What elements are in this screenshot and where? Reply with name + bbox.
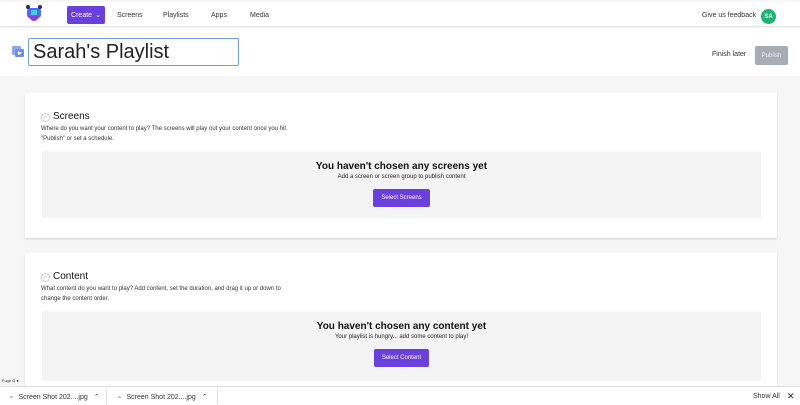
- download-item[interactable]: ▫ Screen Shot 202....jpg ⌃: [10, 393, 100, 402]
- create-button[interactable]: Create ⌄: [67, 6, 105, 24]
- nav-screens[interactable]: Screens: [117, 12, 143, 19]
- content-title: Content: [53, 271, 89, 282]
- nav-apps[interactable]: Apps: [211, 12, 227, 19]
- avatar[interactable]: SA: [761, 9, 776, 24]
- publish-button[interactable]: Publish: [755, 46, 788, 65]
- chevron-up-icon[interactable]: ⌃: [94, 393, 100, 401]
- file-icon: ▫: [10, 393, 13, 401]
- downloads-bar: ▫ Screen Shot 202....jpg ⌃ ▫ Screen Shot 20…: [0, 386, 800, 405]
- divider: [217, 389, 218, 404]
- download-item[interactable]: ▫ Screen Shot 202....jpg ⌃: [118, 393, 208, 402]
- playlist-title-input[interactable]: [28, 38, 239, 66]
- create-label: Create: [71, 11, 93, 19]
- content-card: ✓ Content What content do you want to pl…: [25, 253, 777, 388]
- top-nav: Create ⌄ Screens Playlists Apps Media Giv…: [0, 2, 800, 27]
- chevron-down-icon: ⌄: [95, 12, 101, 19]
- status-text: Fuge Q ●: [2, 378, 19, 383]
- check-circle-icon: ✓: [41, 273, 50, 282]
- download-filename: Screen Shot 202....jpg: [126, 393, 196, 401]
- content-empty-subtitle: Your playlist is hungry... add some cont…: [334, 334, 469, 340]
- screens-description: Where do you want your content to play? …: [41, 126, 287, 142]
- content-empty-state: You haven't chosen any content yet Your …: [42, 311, 761, 381]
- content-description: What content do you want to play? Add co…: [41, 286, 281, 302]
- file-icon: ▫: [118, 393, 121, 401]
- playlist-icon: [12, 46, 24, 57]
- finish-later-button[interactable]: Finish later: [712, 51, 746, 58]
- screens-title: Screens: [53, 111, 90, 122]
- check-circle-icon: ✓: [41, 113, 50, 122]
- feedback-link[interactable]: Give us feedback: [702, 12, 756, 19]
- nav-media[interactable]: Media: [250, 12, 269, 19]
- logo-icon[interactable]: [24, 4, 44, 24]
- divider: [106, 389, 107, 404]
- nav-playlists[interactable]: Playlists: [163, 12, 189, 19]
- screens-empty-title: You haven't chosen any screens yet: [315, 161, 488, 172]
- download-filename: Screen Shot 202....jpg: [18, 393, 88, 401]
- select-content-button[interactable]: Select Content: [373, 349, 430, 367]
- screens-empty-subtitle: Add a screen or screen group to publish …: [337, 174, 466, 180]
- screens-empty-state: You haven't chosen any screens yet Add a…: [42, 151, 761, 218]
- chevron-up-icon[interactable]: ⌃: [202, 393, 208, 401]
- select-screens-button[interactable]: Select Screens: [373, 189, 430, 207]
- show-all-button[interactable]: Show All: [753, 393, 780, 400]
- close-icon[interactable]: ✕: [787, 391, 795, 402]
- content-empty-title: You haven't chosen any content yet: [316, 321, 487, 332]
- screens-card: ✓ Screens Where do you want your content…: [25, 93, 777, 238]
